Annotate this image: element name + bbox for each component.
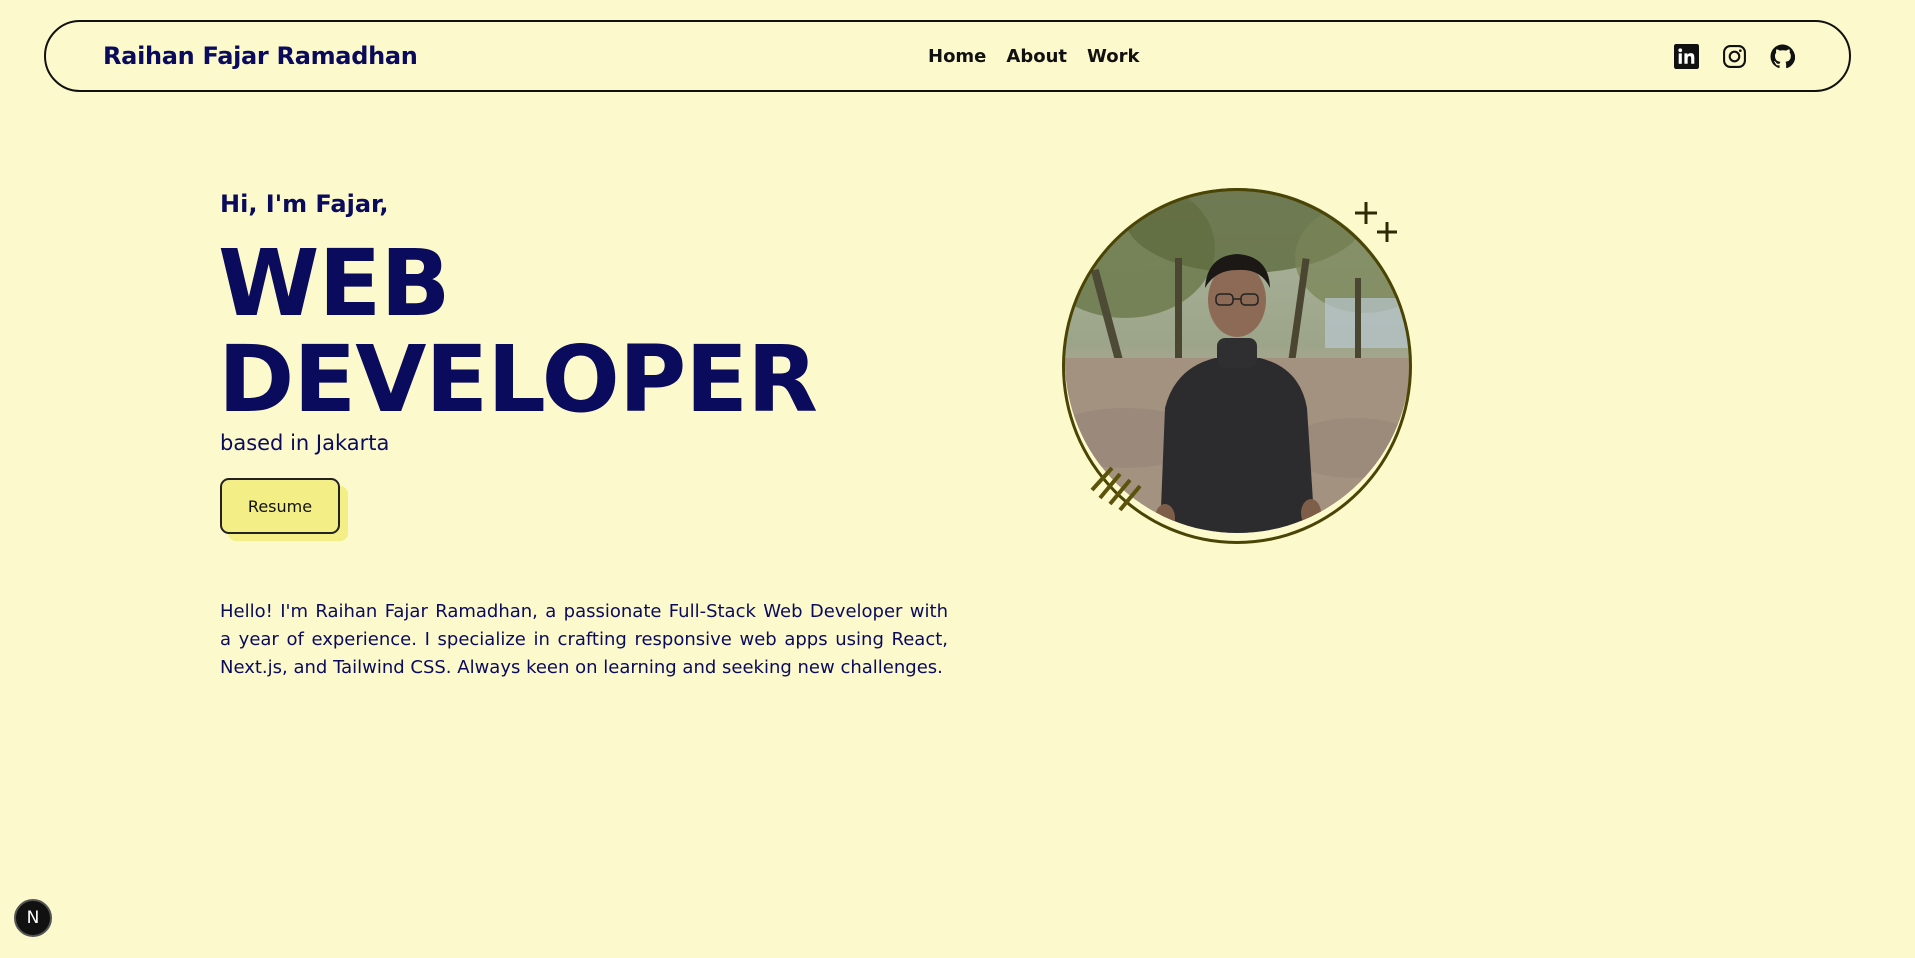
portrait-container bbox=[1050, 180, 1412, 560]
instagram-icon bbox=[1723, 45, 1746, 68]
resume-button-wrapper: Resume bbox=[220, 478, 350, 542]
navbar: Raihan Fajar Ramadhan Home About Work bbox=[44, 20, 1851, 92]
nav-link-work[interactable]: Work bbox=[1087, 46, 1139, 67]
github-link[interactable] bbox=[1770, 44, 1795, 69]
stripes-decoration-icon bbox=[1090, 466, 1142, 512]
nav-link-home[interactable]: Home bbox=[928, 46, 986, 67]
brand-name-link[interactable]: Raihan Fajar Ramadhan bbox=[103, 42, 418, 70]
headline-line-web: WEB bbox=[218, 230, 450, 337]
bio-paragraph: Hello! I'm Raihan Fajar Ramadhan, a pass… bbox=[220, 601, 948, 678]
headline: WEB DEVELOPER bbox=[218, 230, 818, 433]
page: Raihan Fajar Ramadhan Home About Work Hi… bbox=[0, 0, 1915, 958]
social-links bbox=[1674, 44, 1795, 69]
github-icon bbox=[1770, 44, 1795, 69]
nav-links: Home About Work bbox=[928, 46, 1139, 67]
nextjs-dev-indicator[interactable]: N bbox=[14, 899, 52, 937]
location-text: based in Jakarta bbox=[220, 431, 390, 455]
plus-decoration-icon bbox=[1355, 202, 1397, 242]
nav-link-about[interactable]: About bbox=[1006, 46, 1067, 67]
headline-line-developer: DEVELOPER bbox=[218, 326, 818, 433]
greeting: Hi, I'm Fajar, bbox=[220, 190, 389, 218]
instagram-link[interactable] bbox=[1722, 44, 1747, 69]
linkedin-icon bbox=[1674, 44, 1699, 69]
linkedin-link[interactable] bbox=[1674, 44, 1699, 69]
resume-button[interactable]: Resume bbox=[220, 478, 340, 534]
